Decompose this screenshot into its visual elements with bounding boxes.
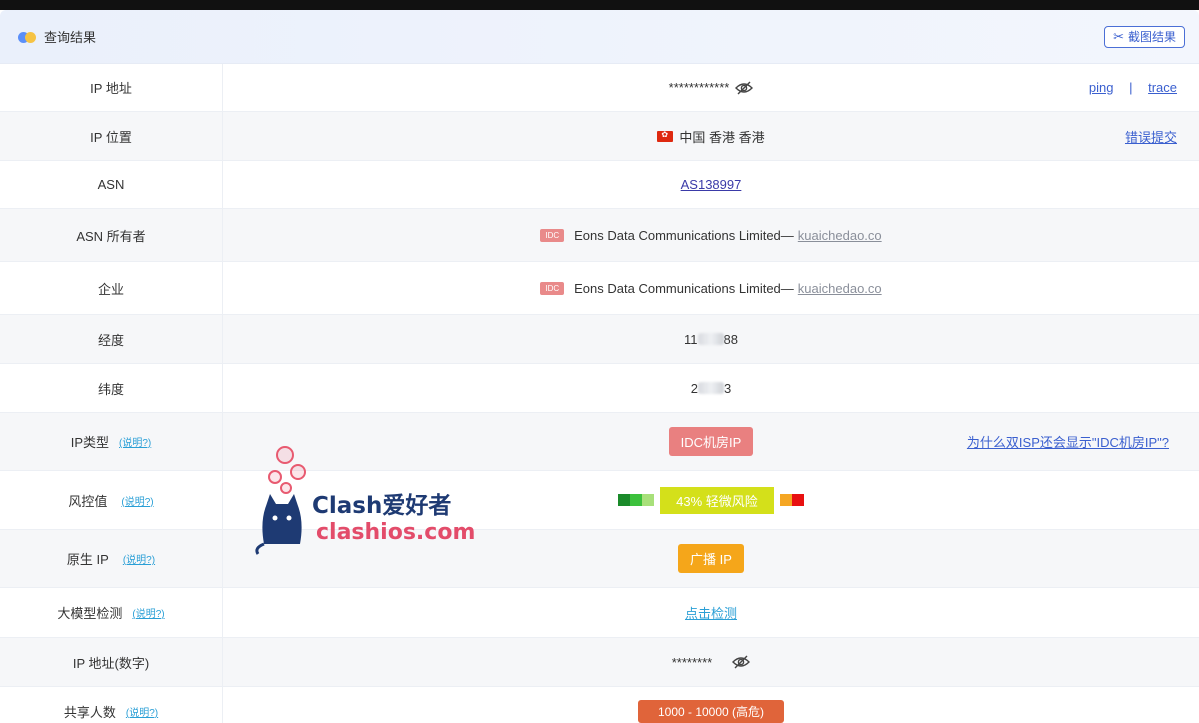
row-label: 共享人数: [63, 705, 116, 720]
company-value: Eons Data Communications Limited—: [574, 280, 794, 296]
ip-value: ************: [668, 80, 730, 95]
row-label: 大模型检测: [57, 606, 123, 621]
eye-slash-icon[interactable]: [732, 655, 751, 669]
help-link[interactable]: (说明?): [132, 605, 164, 620]
result-card: 查询结果 ✂ 截图结果 IP 地址 ************ ping | tr…: [0, 10, 1199, 723]
row-ip-type: IP类型 (说明?) IDC机房IP 为什么双ISP还会显示"IDC机房IP"?: [0, 413, 1199, 471]
ip-numeric-value: ********: [671, 654, 713, 670]
risk-meter: 43% 轻微风险: [618, 486, 804, 514]
row-label: 原生 IP: [66, 552, 109, 567]
help-link[interactable]: (说明?): [123, 551, 155, 566]
scissors-icon: ✂: [1113, 28, 1124, 44]
row-company: 企业 IDC Eons Data Communications Limited—…: [0, 262, 1199, 315]
latitude-start: 2: [690, 380, 698, 396]
row-label: ASN 所有者: [0, 209, 223, 261]
row-native-ip: 原生 IP (说明?) 广播 IP: [0, 530, 1199, 588]
ip-type-badge: IDC机房IP: [668, 427, 754, 456]
row-longitude: 经度 11 88: [0, 315, 1199, 364]
row-label: 纬度: [0, 364, 223, 412]
row-label: IP 位置: [0, 112, 223, 160]
screenshot-button-label: 截图结果: [1127, 30, 1176, 44]
header-dots-icon: [18, 31, 38, 43]
risk-score-badge: 43% 轻微风险: [660, 486, 774, 514]
row-asn: ASN AS138997: [0, 161, 1199, 209]
trace-link[interactable]: trace: [1148, 80, 1177, 95]
help-link[interactable]: (说明?): [121, 493, 153, 508]
asn-owner-domain-link[interactable]: kuaichedao.co: [798, 228, 882, 243]
row-shared-users: 共享人数 (说明?) 1000 - 10000 (高危): [0, 687, 1199, 723]
screenshot-button[interactable]: ✂ 截图结果: [1104, 25, 1185, 48]
header-title: 查询结果: [44, 30, 97, 45]
blurred-digits: [698, 382, 724, 394]
result-header: 查询结果 ✂ 截图结果: [0, 10, 1199, 64]
longitude-start: 11: [684, 331, 698, 347]
row-asn-owner: ASN 所有者 IDC Eons Data Communications Lim…: [0, 209, 1199, 262]
help-link[interactable]: (说明?): [126, 704, 158, 719]
asn-owner-value: Eons Data Communications Limited—: [574, 227, 794, 243]
idc-tag: IDC: [540, 281, 565, 295]
longitude-end: 88: [723, 331, 738, 347]
row-label: 经度: [0, 315, 223, 363]
asn-link[interactable]: AS138997: [681, 177, 742, 192]
row-label: IP 地址(数字): [0, 638, 223, 686]
llm-check-link[interactable]: 点击检测: [685, 603, 737, 622]
row-label: ASN: [0, 161, 223, 208]
help-link[interactable]: (说明?): [119, 434, 151, 449]
row-label: 企业: [0, 262, 223, 314]
row-location: IP 位置 中国 香港 香港 错误提交: [0, 112, 1199, 161]
hong-kong-flag-icon: [657, 130, 674, 142]
row-llm-check: 大模型检测 (说明?) 点击检测: [0, 588, 1199, 638]
row-ip: IP 地址 ************ ping | trace: [0, 64, 1199, 112]
row-latitude: 纬度 2 3: [0, 364, 1199, 413]
row-label: IP类型: [70, 435, 110, 450]
window-top-edge: [0, 0, 1199, 10]
row-label: 风控值: [68, 493, 108, 509]
location-value: 中国 香港 香港: [679, 129, 765, 145]
row-risk: 风控值 (说明?) 43% 轻微风险: [0, 471, 1199, 530]
idc-tag: IDC: [540, 228, 565, 242]
link-separator: |: [1129, 80, 1133, 95]
eye-slash-icon[interactable]: [735, 81, 754, 95]
row-ip-numeric: IP 地址(数字) ********: [0, 638, 1199, 687]
ping-link[interactable]: ping: [1089, 80, 1114, 95]
ip-type-explain-link[interactable]: 为什么双ISP还会显示"IDC机房IP"?: [967, 432, 1169, 451]
native-ip-badge: 广播 IP: [678, 544, 744, 573]
latitude-end: 3: [724, 380, 732, 396]
row-label: IP 地址: [0, 64, 223, 111]
shared-users-badge: 1000 - 10000 (高危): [637, 700, 785, 723]
blurred-digits: [697, 333, 724, 345]
company-domain-link[interactable]: kuaichedao.co: [798, 281, 882, 296]
report-error-link[interactable]: 错误提交: [1125, 127, 1177, 146]
